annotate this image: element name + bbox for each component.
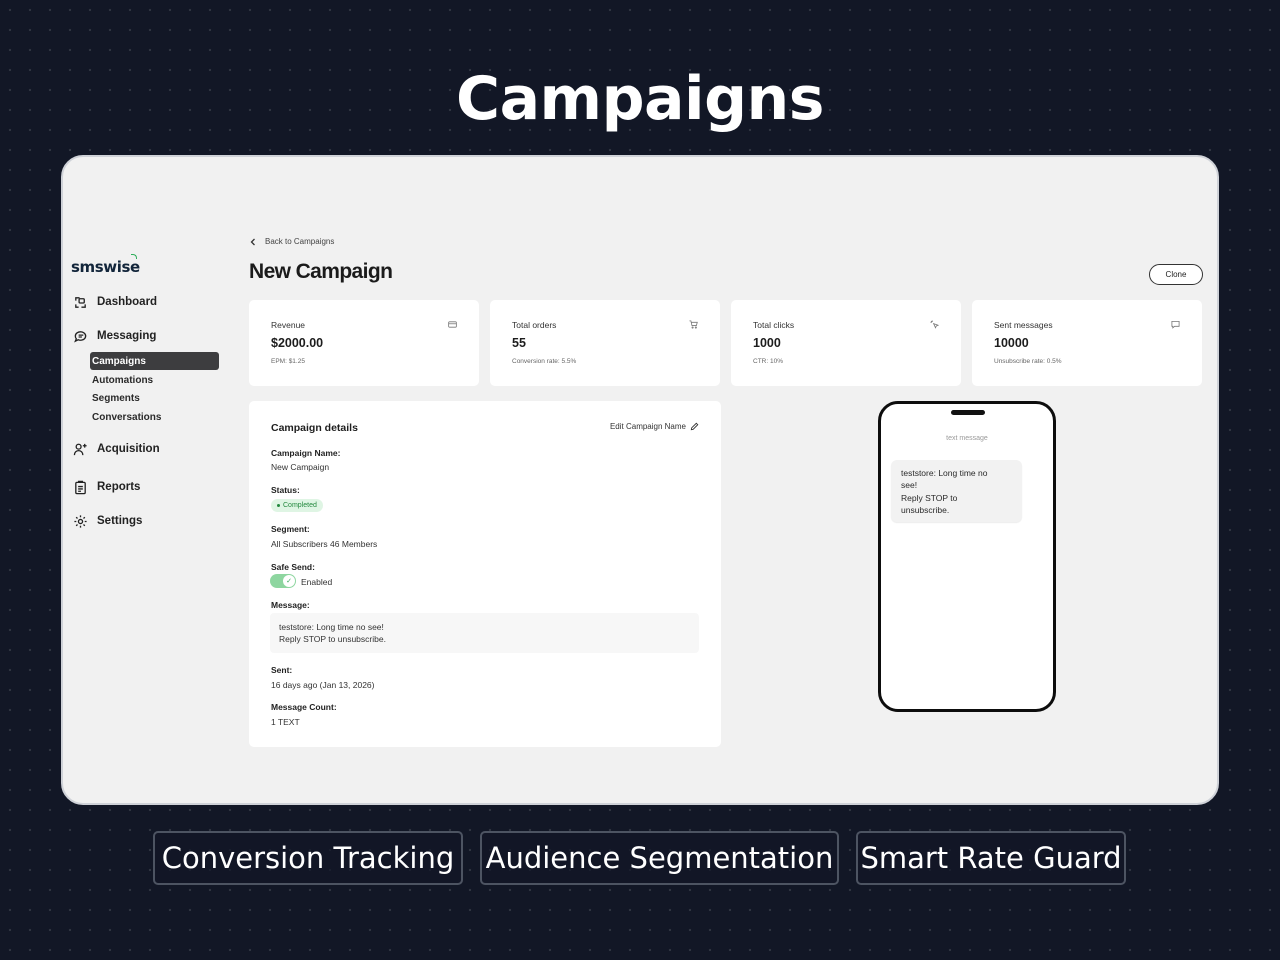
phone-label: text message bbox=[946, 435, 988, 442]
gear-icon bbox=[74, 514, 87, 528]
stat-subtext: Conversion rate: 5.5% bbox=[512, 358, 577, 365]
status-label: Status: bbox=[271, 485, 300, 495]
campaign-name-value: New Campaign bbox=[271, 462, 330, 472]
sidebar-item-reports[interactable]: Reports bbox=[73, 477, 140, 497]
chevron-left-icon bbox=[250, 238, 255, 245]
status-text: Completed bbox=[283, 502, 317, 509]
message-label: Message: bbox=[271, 600, 310, 610]
check-icon: ✓ bbox=[283, 575, 295, 587]
sidebar-subitem-campaigns[interactable]: Campaigns bbox=[90, 352, 219, 370]
stat-subtext: EPM: $1.25 bbox=[271, 358, 305, 365]
sent-value: 16 days ago (Jan 13, 2026) bbox=[271, 680, 375, 690]
stat-value: 1000 bbox=[753, 336, 781, 350]
details-title: Campaign details bbox=[271, 422, 358, 434]
message-line: teststore: Long time no see! bbox=[279, 622, 384, 632]
cart-icon bbox=[689, 320, 698, 329]
app-logo[interactable]: smswise bbox=[71, 258, 140, 276]
status-badge: Completed bbox=[271, 499, 323, 512]
add-user-icon bbox=[73, 443, 87, 455]
sidebar-subitem-conversations[interactable]: Conversations bbox=[90, 408, 219, 426]
sidebar-subitem-segments[interactable]: Segments bbox=[90, 389, 219, 407]
feature-chip-audience-segmentation: Audience Segmentation bbox=[480, 831, 839, 885]
stat-label: Revenue bbox=[271, 320, 306, 330]
bubble-line: teststore: Long time no bbox=[901, 468, 988, 478]
sidebar-item-label: Settings bbox=[97, 515, 143, 527]
stat-card-revenue: Revenue $2000.00 EPM: $1.25 bbox=[249, 300, 479, 386]
message-preview: teststore: Long time no see! Reply STOP … bbox=[270, 613, 699, 653]
phone-notch bbox=[951, 410, 985, 415]
logo-leaf-icon bbox=[131, 254, 137, 259]
sms-bubble: teststore: Long time no see! Reply STOP … bbox=[891, 460, 1022, 522]
pencil-icon bbox=[690, 422, 699, 431]
app-window: smswise Dashboard Messaging Campaigns Au… bbox=[61, 155, 1219, 805]
message-icon bbox=[1171, 320, 1180, 329]
stat-card-total-orders: Total orders 55 Conversion rate: 5.5% bbox=[490, 300, 720, 386]
hero-title: Campaigns bbox=[456, 64, 824, 134]
stat-value: 10000 bbox=[994, 336, 1029, 350]
segment-label: Segment: bbox=[271, 524, 310, 534]
sent-label: Sent: bbox=[271, 665, 293, 675]
stat-subtext: CTR: 10% bbox=[753, 358, 783, 365]
sidebar-item-settings[interactable]: Settings bbox=[73, 511, 142, 531]
stat-label: Total orders bbox=[512, 320, 557, 330]
stat-label: Sent messages bbox=[994, 320, 1053, 330]
bubble-line: unsubscribe. bbox=[901, 504, 950, 515]
bubble-line: Reply STOP to bbox=[901, 492, 958, 503]
status-dot-icon bbox=[277, 504, 280, 507]
chat-icon bbox=[74, 330, 87, 343]
back-link-label: Back to Campaigns bbox=[265, 237, 335, 246]
message-count-value: 1 TEXT bbox=[271, 717, 300, 727]
safe-send-toggle[interactable]: ✓ bbox=[270, 574, 296, 588]
edit-label: Edit Campaign Name bbox=[609, 422, 686, 431]
campaign-details-card: Campaign details Edit Campaign Name Camp… bbox=[249, 401, 721, 747]
sidebar-subitem-automations[interactable]: Automations bbox=[90, 371, 219, 389]
sidebar-item-label: Dashboard bbox=[97, 296, 158, 308]
message-line: Reply STOP to unsubscribe. bbox=[279, 634, 386, 644]
sidebar-item-messaging[interactable]: Messaging bbox=[73, 326, 156, 346]
sidebar-item-label: Acquisition bbox=[97, 443, 160, 455]
feature-chip-smart-rate-guard: Smart Rate Guard bbox=[856, 831, 1126, 885]
stat-value: $2000.00 bbox=[271, 336, 324, 350]
edit-campaign-name-button[interactable]: Edit Campaign Name bbox=[610, 422, 699, 431]
feature-chip-conversion-tracking: Conversion Tracking bbox=[153, 831, 463, 885]
sidebar-item-label: Messaging bbox=[97, 330, 157, 342]
dashboard-icon bbox=[75, 296, 86, 308]
safe-send-label: Safe Send: bbox=[271, 562, 315, 572]
segment-value: All Subscribers 46 Members bbox=[271, 539, 378, 549]
message-count-label: Message Count: bbox=[271, 702, 337, 712]
cursor-click-icon bbox=[930, 320, 939, 329]
sidebar-item-dashboard[interactable]: Dashboard bbox=[73, 292, 157, 312]
card-icon bbox=[448, 321, 457, 328]
back-to-campaigns-link[interactable]: Back to Campaigns bbox=[250, 237, 334, 246]
stat-card-sent-messages: Sent messages 10000 Unsubscribe rate: 0.… bbox=[972, 300, 1202, 386]
stat-card-total-clicks: Total clicks 1000 CTR: 10% bbox=[731, 300, 961, 386]
sidebar-item-acquisition[interactable]: Acquisition bbox=[73, 439, 160, 459]
sidebar-item-label: Reports bbox=[97, 481, 141, 493]
clipboard-icon bbox=[75, 480, 86, 494]
stat-label: Total clicks bbox=[753, 320, 795, 330]
stat-subtext: Unsubscribe rate: 0.5% bbox=[994, 358, 1062, 365]
clone-button[interactable]: Clone bbox=[1149, 264, 1203, 285]
page-title: New Campaign bbox=[249, 260, 393, 283]
stat-value: 55 bbox=[512, 336, 526, 350]
phone-preview: text message teststore: Long time no see… bbox=[878, 401, 1056, 712]
bubble-line: see! bbox=[901, 480, 918, 491]
campaign-name-label: Campaign Name: bbox=[271, 448, 341, 458]
safe-send-value: Enabled bbox=[301, 577, 333, 587]
